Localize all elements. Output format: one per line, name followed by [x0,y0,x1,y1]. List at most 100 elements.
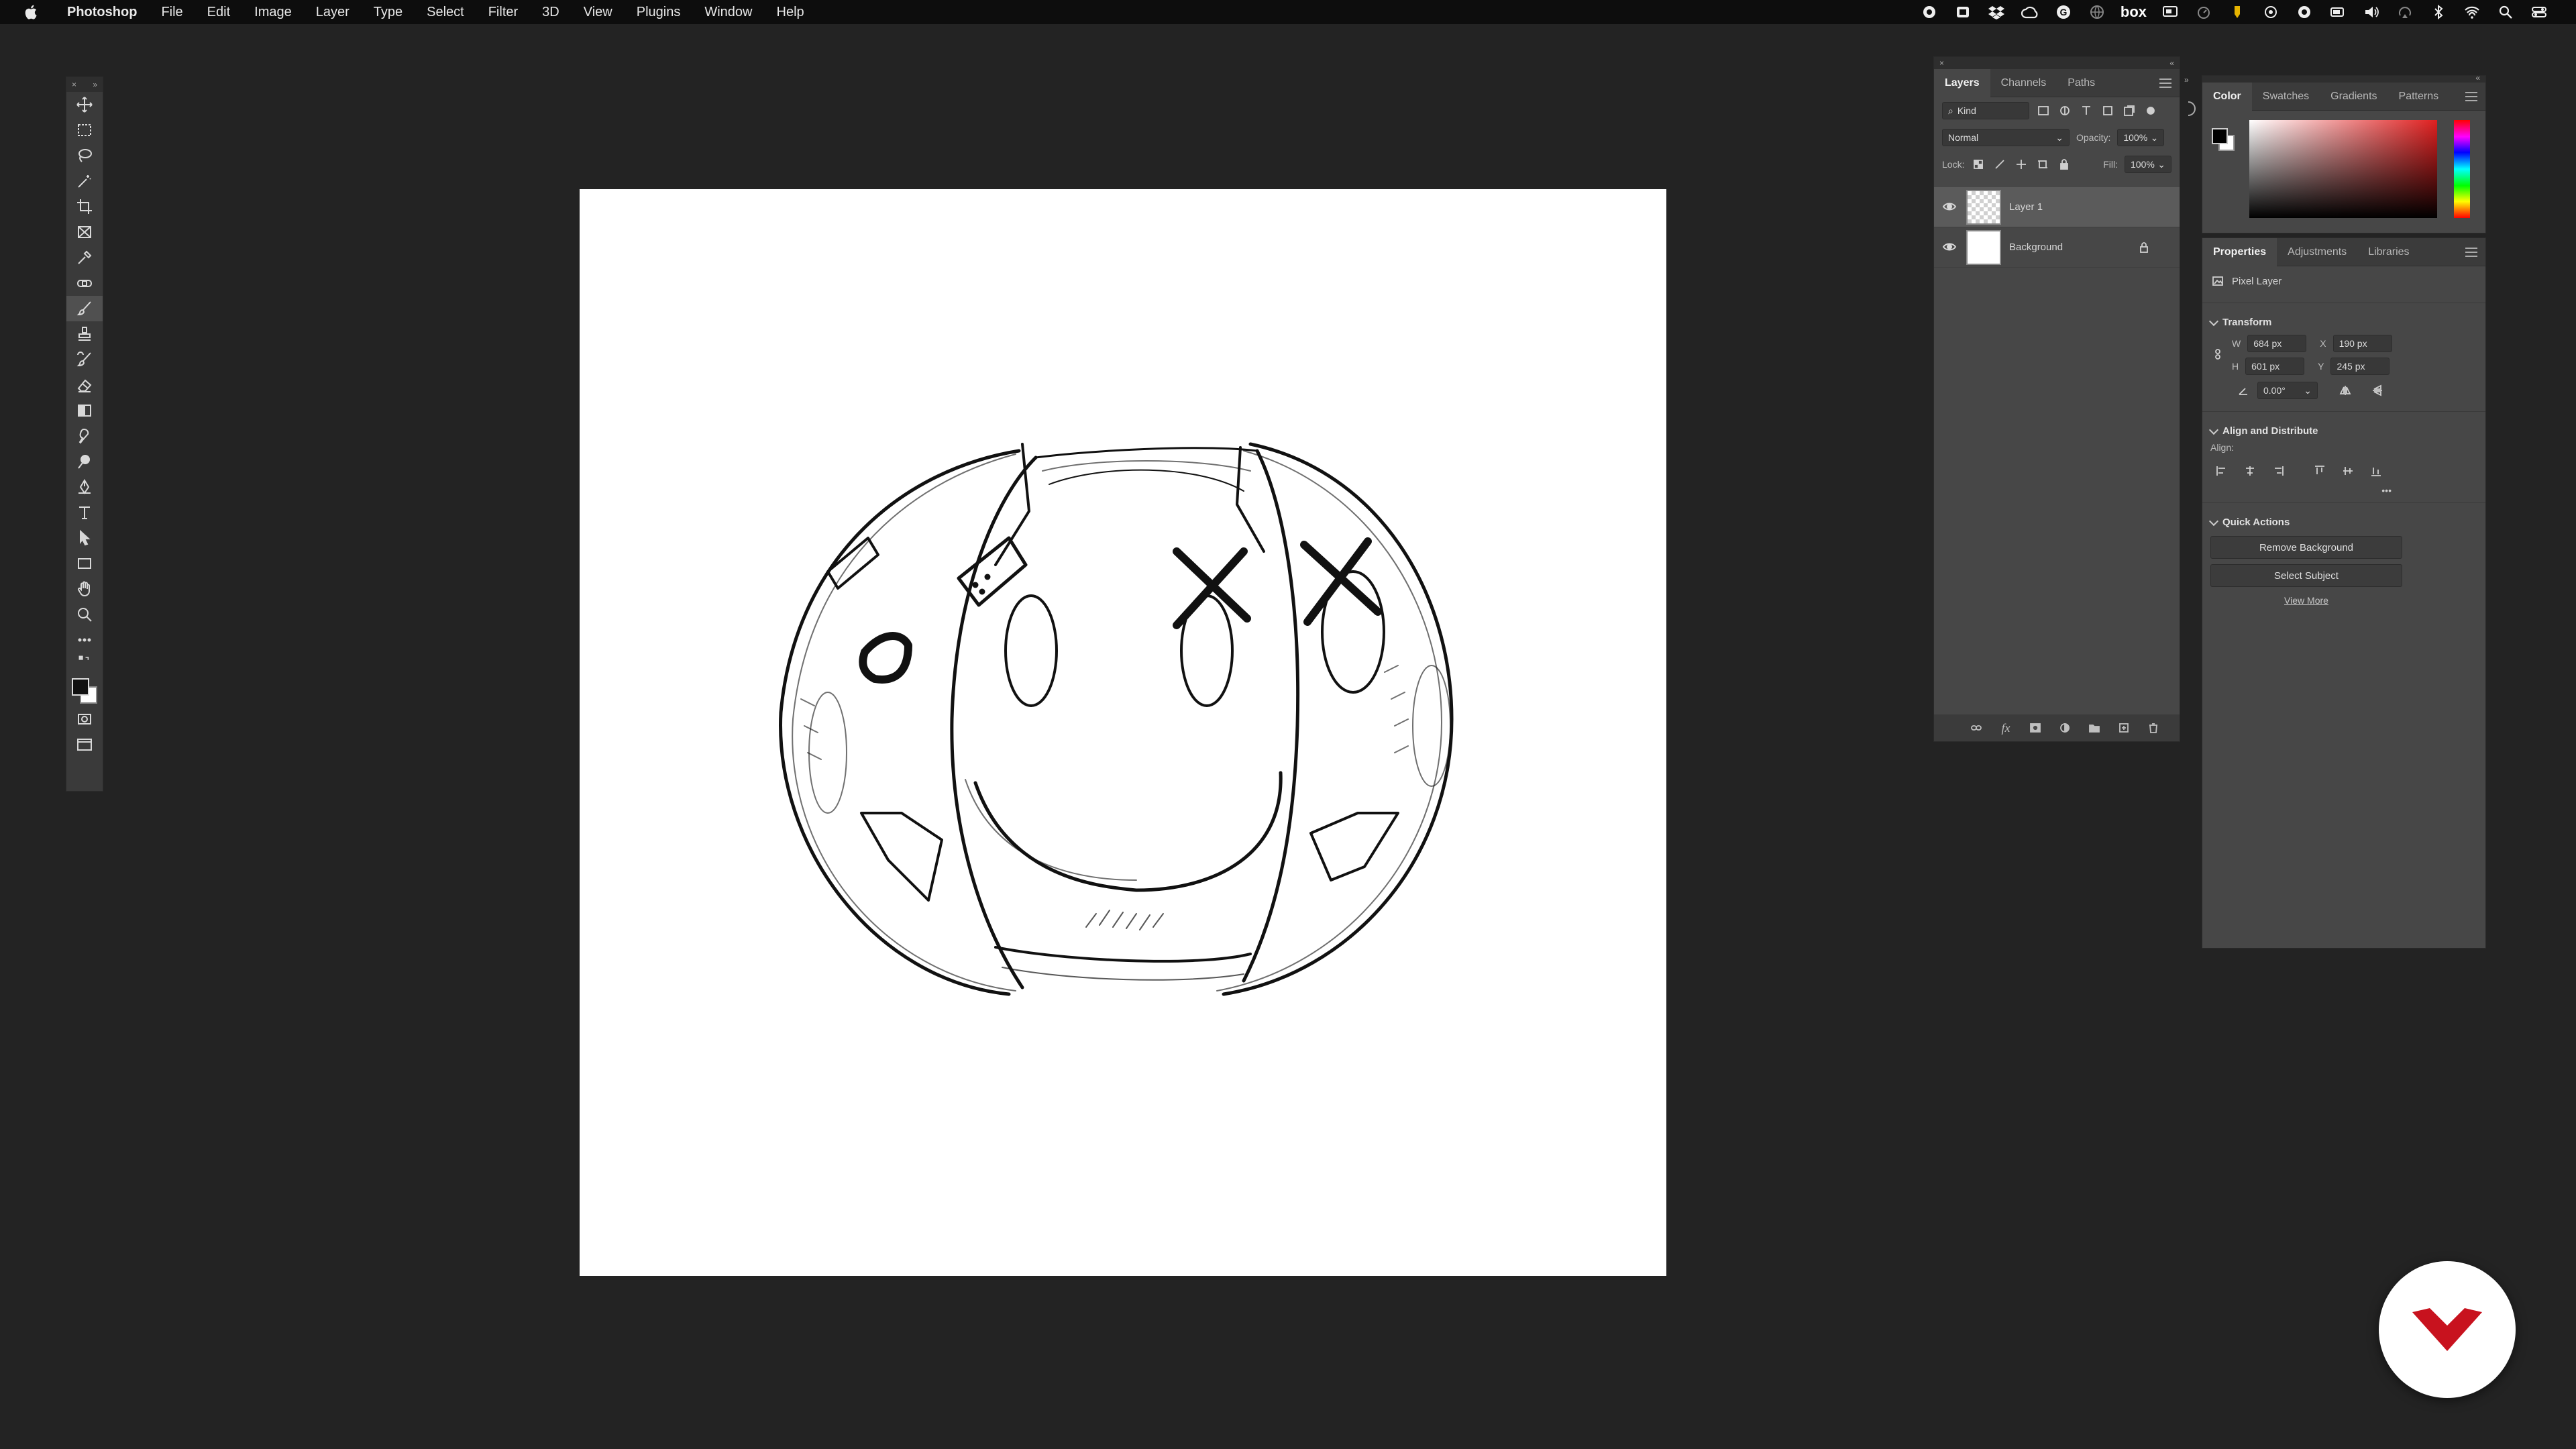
bluetooth-icon[interactable] [2428,4,2449,20]
grammarly-icon[interactable]: G [2053,4,2074,20]
menu-plugins[interactable]: Plugins [625,5,693,20]
width-field[interactable]: 684 px [2247,335,2307,352]
angle-field[interactable]: 0.00° ⌄ [2257,382,2318,399]
gradient-tool[interactable] [66,398,103,423]
fill-field[interactable]: 100% ⌄ [2125,156,2171,173]
remove-background-button[interactable]: Remove Background [2210,536,2402,559]
tab-layers[interactable]: Layers [1934,68,1990,97]
menu-help[interactable]: Help [765,5,816,20]
align-center-h-icon[interactable] [2243,464,2257,478]
align-top-icon[interactable] [2312,464,2327,478]
collapse-icon[interactable]: » [2184,75,2189,85]
x-field[interactable]: 190 px [2332,335,2392,352]
more-tools[interactable] [66,627,103,653]
path-selection-tool[interactable] [66,525,103,551]
record-icon[interactable] [1919,4,1939,20]
crop-tool[interactable] [66,194,103,219]
battery-icon[interactable] [2328,4,2348,20]
timer-icon[interactable] [2194,4,2214,20]
align-center-v-icon[interactable] [2341,464,2355,478]
rectangle-tool[interactable] [66,551,103,576]
lock-position-icon[interactable] [2014,157,2029,172]
close-icon[interactable]: × [1939,58,1944,68]
tab-libraries[interactable]: Libraries [2357,238,2420,266]
quick-actions-header[interactable]: Quick Actions [2202,510,2485,531]
foreground-color[interactable] [72,678,89,696]
tab-patterns[interactable]: Patterns [2388,83,2450,111]
display-icon[interactable] [2160,4,2180,20]
menu-filter[interactable]: Filter [476,5,530,20]
healing-brush-tool[interactable] [66,270,103,296]
align-right-icon[interactable] [2271,464,2286,478]
move-tool[interactable] [66,92,103,117]
hue-slider[interactable] [2454,120,2470,218]
box-icon[interactable]: box [2121,3,2147,20]
search-icon[interactable] [2496,4,2516,20]
screen-icon[interactable] [1953,4,1973,20]
menu-image[interactable]: Image [242,5,304,20]
tab-paths[interactable]: Paths [2057,69,2106,97]
collapse-icon[interactable]: « [2475,73,2480,83]
panel-menu-icon[interactable] [2159,78,2171,88]
lock-pixels-icon[interactable] [1992,157,2007,172]
layers-panel-header[interactable]: × « [1934,57,2180,69]
foreground-color[interactable] [2212,128,2228,144]
menu-window[interactable]: Window [692,5,764,20]
eyedropper-tool[interactable] [66,245,103,270]
compass-icon[interactable] [2294,4,2314,20]
pen-tool[interactable] [66,474,103,500]
filter-kind-select[interactable]: ⌕ Kind [1942,102,2029,119]
lasso-tool[interactable] [66,143,103,168]
filter-type-icon[interactable] [2079,103,2094,118]
menu-view[interactable]: View [572,5,625,20]
screen-mode[interactable] [66,732,103,757]
history-brush-tool[interactable] [66,347,103,372]
view-more-link[interactable]: View More [2202,595,2410,606]
tab-channels[interactable]: Channels [1990,69,2057,97]
circle-icon[interactable] [2261,4,2281,20]
menu-layer[interactable]: Layer [304,5,362,20]
marquee-tool[interactable] [66,117,103,143]
lock-artboard-icon[interactable] [2035,157,2050,172]
brush-tool[interactable] [66,296,103,321]
close-icon[interactable]: × [72,80,76,89]
quick-mask[interactable] [66,706,103,732]
adjustment-icon[interactable] [2057,720,2072,735]
opacity-field[interactable]: 100% ⌄ [2117,129,2165,146]
smudge-tool[interactable] [66,423,103,449]
mask-icon[interactable] [2028,720,2043,735]
visibility-eye-icon[interactable] [1942,239,1958,256]
y-field[interactable]: 245 px [2330,358,2390,375]
collapse-icon[interactable]: » [93,80,97,89]
menu-file[interactable]: File [149,5,195,20]
globe-icon[interactable] [2087,4,2107,20]
panel-menu-icon[interactable] [2465,91,2477,101]
link-dimensions-icon[interactable] [2210,347,2225,362]
creative-cloud-icon[interactable] [2020,4,2040,20]
fx-icon[interactable]: fx [1998,720,2013,735]
menu-edit[interactable]: Edit [195,5,242,20]
filter-pixel-icon[interactable] [2036,103,2051,118]
tab-properties[interactable]: Properties [2202,237,2277,266]
clone-stamp-tool[interactable] [66,321,103,347]
dropbox-icon[interactable] [1986,4,2006,20]
lock-transparent-icon[interactable] [1971,157,1986,172]
menu-type[interactable]: Type [362,5,415,20]
filter-smart-icon[interactable] [2122,103,2137,118]
link-icon[interactable] [1969,720,1984,735]
new-layer-icon[interactable] [2116,720,2131,735]
frame-tool[interactable] [66,219,103,245]
menu-select[interactable]: Select [415,5,476,20]
dodge-tool[interactable] [66,449,103,474]
pencil-icon[interactable] [2227,4,2247,20]
eraser-tool[interactable] [66,372,103,398]
default-colors[interactable] [66,653,103,670]
tools-panel-header[interactable]: ×» [66,77,103,92]
lock-all-icon[interactable] [2057,157,2072,172]
align-section-header[interactable]: Align and Distribute [2202,419,2485,439]
flip-vertical-icon[interactable] [2370,383,2385,398]
panel-dock-icon[interactable] [2183,99,2198,118]
tab-color[interactable]: Color [2202,82,2252,111]
volume-icon[interactable] [2361,4,2381,20]
wifi-icon[interactable] [2462,4,2482,20]
